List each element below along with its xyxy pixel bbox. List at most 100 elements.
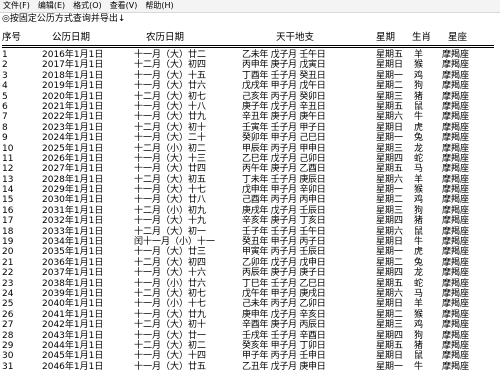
menu-edit[interactable]: 编辑(E) [35,0,70,12]
constellation: 摩羯座 [442,133,470,144]
ganzhi: 壬子年 壬子月 壬午日 [242,226,326,237]
zodiac: 羊 [414,299,424,310]
lunar-date: 十二月（小）初二 [134,143,207,154]
weekday: 星期一 [376,133,404,144]
solar-date: 2024年1月1日 [42,133,104,144]
table-row: 2 2017年1月1日 十二月（大）初四 丙申年 庚子月 戊寅日 星期日猴 摩羯座 [0,60,500,70]
solar-date: 2042年1月1日 [42,320,104,331]
header-lunar-date: 农历日期 [146,32,185,43]
zodiac: 鸡 [414,320,424,331]
solar-date: 2041年1月1日 [42,309,104,320]
table-row: 13 2028年1月1日 十二月（大）初五 丁未年 壬子月 庚辰日 星期六羊 摩羯座 [0,175,500,185]
constellation: 摩羯座 [442,153,470,164]
constellation: 摩羯座 [442,50,470,60]
ganzhi: 壬戌年 壬子月 辛酉日 [242,330,326,341]
table-row: 25 2040年1月1日 十一月（小）十七 己未年 丙子月 乙卯日 星期日羊 摩羯座 [0,299,500,309]
table-row: 28 2043年1月1日 十一月（大）廿一 壬戌年 壬子月 辛酉日 星期四狗 摩羯座 [0,331,500,341]
lunar-date: 十二月（大）初十 [134,320,207,331]
solar-date: 2017年1月1日 [42,60,104,71]
table-row: 10 2025年1月1日 十二月（小）初二 甲辰年 丙子月 甲申日 星期三龙 摩羯座 [0,144,500,154]
table-row: 27 2042年1月1日 十二月（大）初十 辛酉年 庚子月 丙辰日 星期三鸡 摩羯座 [0,320,500,330]
weekday: 星期三 [376,143,404,154]
solar-date: 2035年1月1日 [42,247,104,258]
constellation: 摩羯座 [442,81,470,92]
table-row: 24 2039年1月1日 十二月（大）初七 戊午年 甲子月 庚戌日 星期六马 摩羯座 [0,289,500,299]
table-row: 9 2024年1月1日 十一月（大）二十 癸卯年 甲子月 己巳日 星期一兔 摩羯座 [0,133,500,143]
constellation: 摩羯座 [442,195,470,206]
row-index: 8 [2,122,8,133]
lunar-date: 十一月（大）廿四 [134,164,207,175]
constellation: 摩羯座 [442,340,470,351]
solar-date: 2038年1月1日 [42,278,104,289]
lunar-date: 十二月（大）初十 [134,122,207,133]
solar-date: 2022年1月1日 [42,112,104,123]
row-index: 5 [2,91,8,102]
constellation: 摩羯座 [442,185,470,196]
constellation: 摩羯座 [442,164,470,175]
menu-file[interactable]: 文件(F) [0,0,35,12]
lunar-date: 十二月（大）初四 [134,257,207,268]
constellation: 摩羯座 [442,309,470,320]
lunar-date: 十二月（大）初七 [134,91,207,102]
lunar-date: 十一月（小）十七 [134,299,207,310]
constellation: 摩羯座 [442,205,470,216]
table-row: 26 2041年1月1日 十一月（大）廿九 庚申年 戊子月 辛亥日 星期二猴 摩羯座 [0,310,500,320]
zodiac: 狗 [414,330,424,341]
zodiac: 狗 [414,205,424,216]
zodiac: 马 [414,288,424,299]
solar-date: 2021年1月1日 [42,101,104,112]
table-row: 11 2026年1月1日 十一月（大）十三 乙巳年 戊子月 己卯日 星期四蛇 摩羯座 [0,154,500,164]
row-index: 9 [2,133,8,144]
lunar-date: 闰十一月（小）十一 [134,237,216,248]
weekday: 星期二 [376,257,404,268]
solar-date: 2019年1月1日 [42,81,104,92]
table-row: 6 2021年1月1日 十一月（大）十八 庚子年 戊子月 辛丑日 星期五鼠 摩羯座 [0,102,500,112]
weekday: 星期一 [376,247,404,258]
table-row: 7 2022年1月1日 十一月（大）廿九 辛丑年 庚子月 庚午日 星期六牛 摩羯座 [0,112,500,122]
weekday: 星期日 [376,351,404,362]
zodiac: 牛 [414,112,424,123]
table-row: 29 2044年1月1日 十二月（大）初二 癸亥年 甲子月 丁卯日 星期五猪 摩羯座 [0,341,500,351]
constellation: 摩羯座 [442,112,470,123]
weekday: 星期一 [376,185,404,196]
weekday: 星期一 [376,70,404,81]
menu-format[interactable]: 格式(O) [70,0,107,12]
row-index: 11 [2,153,14,164]
table-row: 22 2037年1月1日 十一月（大）十六 丙辰年 庚子月 庚子日 星期四龙 摩羯座 [0,268,500,278]
ganzhi: 己未年 丙子月 乙卯日 [242,299,326,310]
zodiac: 牛 [414,361,424,372]
constellation: 摩羯座 [442,237,470,248]
ganzhi: 辛亥年 庚子月 丁亥日 [242,216,326,227]
ganzhi: 癸卯年 甲子月 己巳日 [242,133,326,144]
weekday: 星期六 [376,174,404,185]
ganzhi: 乙未年 戊子月 壬午日 [242,50,326,60]
zodiac: 马 [414,164,424,175]
lunar-date: 十二月（大）初二 [134,340,207,351]
weekday: 星期二 [376,309,404,320]
weekday: 星期三 [376,91,404,102]
solar-date: 2031年1月1日 [42,205,104,216]
solar-date: 2033年1月1日 [42,226,104,237]
menu-bar: 文件(F) 编辑(E) 格式(O) 查看(V) 帮助(H) [0,0,500,13]
ganzhi: 戊午年 甲子月 庚戌日 [242,288,326,299]
weekday: 星期日 [376,122,404,133]
weekday: 星期五 [376,50,404,60]
weekday: 星期六 [376,226,404,237]
solar-date: 2036年1月1日 [42,257,104,268]
weekday: 星期四 [376,216,404,227]
row-index: 1 [2,50,8,60]
menu-help[interactable]: 帮助(H) [142,0,178,12]
header-rule-bottom [2,47,494,48]
lunar-date: 十一月（大）十八 [134,101,207,112]
table-row: 5 2020年1月1日 十二月（大）初七 己亥年 丙子月 癸卯日 星期三猪 摩羯座 [0,92,500,102]
row-index: 15 [2,195,14,206]
weekday: 星期五 [376,164,404,175]
lunar-date: 十二月（小）初九 [134,205,207,216]
ganzhi: 丙午年 庚子月 乙酉日 [242,164,326,175]
zodiac: 鼠 [414,101,424,112]
zodiac: 龙 [414,268,424,279]
menu-view[interactable]: 查看(V) [107,0,143,12]
row-index: 7 [2,112,8,123]
table-row: 12 2027年1月1日 十一月（大）廿四 丙午年 庚子月 乙酉日 星期五马 摩羯座 [0,164,500,174]
ganzhi: 丁酉年 壬子月 癸丑日 [242,70,326,81]
